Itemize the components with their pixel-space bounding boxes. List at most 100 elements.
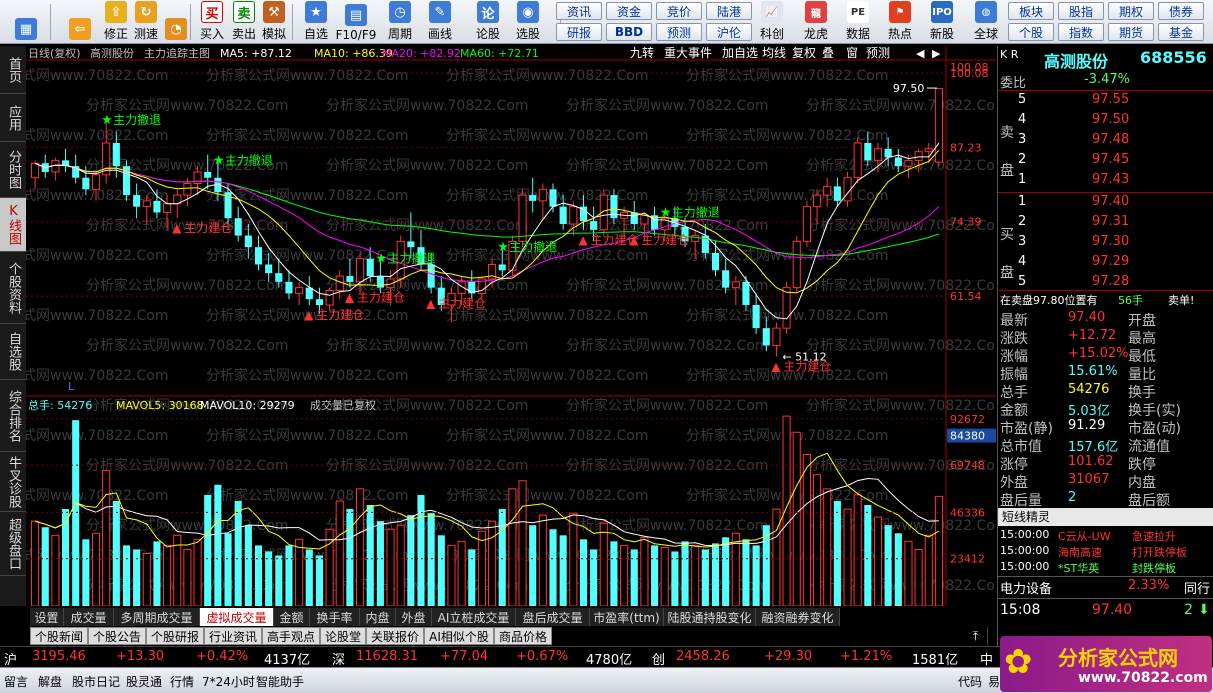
chart-svg[interactable]: 分析家公式网www.70822.Com 分析家公式网www.70822.Com 分析… [0,45,1008,607]
candle-body [538,188,547,202]
left-tab-7[interactable]: 牛叉诊股 [0,452,26,512]
info-tab-1[interactable]: 个股公告 [88,627,146,645]
toolbar-dragon-button[interactable]: 龍龙虎 [796,0,836,44]
bottombar-item-3[interactable]: 股灵通 [126,673,162,690]
toolbar-star-button[interactable]: ★ 自选 [300,0,332,44]
indicator-tab-0[interactable]: 设置 [30,608,64,626]
kline-chart[interactable]: 分析家公式网www.70822.Com 分析家公式网www.70822.Com 分析… [0,45,1008,607]
chart-header-button-6[interactable]: 窗 [846,46,858,60]
right-grid-button-7[interactable]: 基金 [1158,23,1204,41]
bottombar-item-8[interactable]: 易 [988,673,1000,690]
short-line-elf-header[interactable]: 短线精灵 [998,508,1213,526]
chart-header-button-0[interactable]: 九转 [630,45,654,60]
grid-button-0[interactable]: 资讯 [556,2,602,20]
right-grid-button-4[interactable]: 个股 [1008,23,1054,41]
bottombar-item-0[interactable]: 留言 [4,673,28,690]
bottombar-item-5[interactable]: 7*24小时 [202,673,255,690]
chart-header-button-1[interactable]: 重大事件 [664,46,712,60]
left-tab-3[interactable]: K线图 [0,198,26,252]
bottombar-item-6[interactable]: 智能助手 [256,673,304,690]
indicator-tab-12[interactable]: 融资融券变化 [756,608,840,626]
toolbar-refresh-button[interactable]: ↻ 测速 [130,0,162,44]
toolbar-globe-button[interactable]: ◍ 全球 [966,0,1006,44]
indicator-tab-8[interactable]: AI立桩成交量 [432,608,516,626]
bottombar-item-4[interactable]: 行情 [170,673,194,690]
volume-note-label: 成交量已复权 [310,398,376,412]
info-tab-2[interactable]: 个股研报 [146,627,204,645]
toolbar-f10-button[interactable]: ▤ F10/F9 [336,0,376,44]
chart-header-button-7[interactable]: 预测 [866,46,890,60]
volume-bar [407,515,415,606]
withdraw-signal-label: 主力撤退 [113,112,161,127]
toolbar-clock-button[interactable]: ◔ [160,0,192,44]
indicator-tab-9[interactable]: 盘后成交量 [516,608,590,626]
indicator-tab-3[interactable]: 虚拟成交量 [200,608,274,626]
info-tab-4[interactable]: 高手观点 [262,627,320,645]
indicator-tab-6[interactable]: 内盘 [360,608,396,626]
right-grid-button-3[interactable]: 债券 [1158,2,1204,20]
info-tab-0[interactable]: 个股新闻 [30,627,88,645]
left-tab-1[interactable]: 应用 [0,94,26,142]
right-grid-button-5[interactable]: 指数 [1058,23,1104,41]
grid-button-1[interactable]: 资金 [606,2,652,20]
toolbar-forum-button[interactable]: 论论股 [472,0,504,44]
info-tab-7[interactable]: AI相似个股 [424,627,494,645]
left-tab-4[interactable]: 个股资料 [0,252,26,324]
chart-header-button-3[interactable]: 均线 [762,46,786,60]
toolbar-chart-button[interactable]: 📈 科创 [752,0,792,44]
right-grid-button-2[interactable]: 期权 [1108,2,1154,20]
toolbar-sell-button[interactable]: 卖卖出 [228,0,260,44]
info-tab-5[interactable]: 论股堂 [320,627,366,645]
candle-body [31,162,40,179]
toolbar-ipo-button[interactable]: IPO 新股 [922,0,962,44]
toolbar-hot-button[interactable]: ⚑ 热点 [880,0,920,44]
chart-header-button-2[interactable]: 加自选 [722,46,758,60]
indicator-tab-10[interactable]: 市盈率(ttm) [590,608,664,626]
grid-button-2[interactable]: 竞价 [656,2,702,20]
left-tab-0[interactable]: 首页 [0,46,26,94]
grid-button-7[interactable]: 沪伦 [706,23,752,41]
weibi-value: -3.47% [1084,72,1130,87]
toolbar-up-arrow-button[interactable]: ⇧ 修正 [100,0,132,44]
bottombar-item-1[interactable]: 解盘 [38,673,62,690]
grid-button-5[interactable]: BBD [606,23,652,41]
grid-button-4[interactable]: 研报 [556,23,602,41]
indicator-tab-11[interactable]: 陆股通持股变化 [664,608,756,626]
chart-header-button-4[interactable]: 复权 [792,46,816,60]
toolbar-back-arrow-button[interactable]: ⇦ [60,0,100,44]
left-tab-5[interactable]: 自选股 [0,324,26,380]
info-tab-6[interactable]: 关联报价 [366,627,424,645]
scroll-top-icon[interactable]: ⤒ [964,627,988,645]
indicator-tab-5[interactable]: 换手率 [310,608,360,626]
indicator-tab-2[interactable]: 多周期成交量 [114,608,200,626]
indicator-tab-4[interactable]: 金额 [274,608,310,626]
toolbar-pen-button[interactable]: ✎ 画线 [424,0,456,44]
left-tab-6[interactable]: 综合排名 [0,380,26,452]
bottombar-item-2[interactable]: 股市日记 [72,673,120,690]
toolbar-period-button[interactable]: ◷ 周期 [384,0,416,44]
right-grid-button-0[interactable]: 板块 [1008,2,1054,20]
toolbar-select-button[interactable]: ◉ 选股 [512,0,544,44]
triangle-up-icon: ▲ [304,308,314,322]
toolbar-buy-button[interactable]: 买买入 [196,0,228,44]
right-grid-button-1[interactable]: 股指 [1058,2,1104,20]
status-sz-chg: +77.04 [440,649,489,664]
toolbar-gavel-button[interactable]: ⚒ 模拟 [258,0,290,44]
chart-header-button-5[interactable]: 叠 [822,46,834,60]
grid-button-6[interactable]: 预测 [656,23,702,41]
info-tab-3[interactable]: 行业资讯 [204,627,262,645]
toolbar-grid-button[interactable]: ▦ [6,0,46,44]
bottombar-item-7[interactable]: 代码 [958,673,982,690]
grid-button-3[interactable]: 陆港 [706,2,752,20]
right-grid-button-6[interactable]: 期货 [1108,23,1154,41]
expand-icon[interactable]: ▶ [932,47,941,60]
left-tab-8[interactable]: 超级盘口 [0,512,26,576]
toolbar-pe-button[interactable]: PE 数据 [838,0,878,44]
info-tab-8[interactable]: 商品价格 [494,627,552,645]
buy-level: 4 [1018,254,1027,269]
indicator-tab-1[interactable]: 成交量 [64,608,114,626]
collapse-icon[interactable]: ◀ [916,47,925,60]
status-sh: 3195.46 [32,649,86,664]
left-tab-2[interactable]: 分时图 [0,142,26,198]
indicator-tab-7[interactable]: 外盘 [396,608,432,626]
